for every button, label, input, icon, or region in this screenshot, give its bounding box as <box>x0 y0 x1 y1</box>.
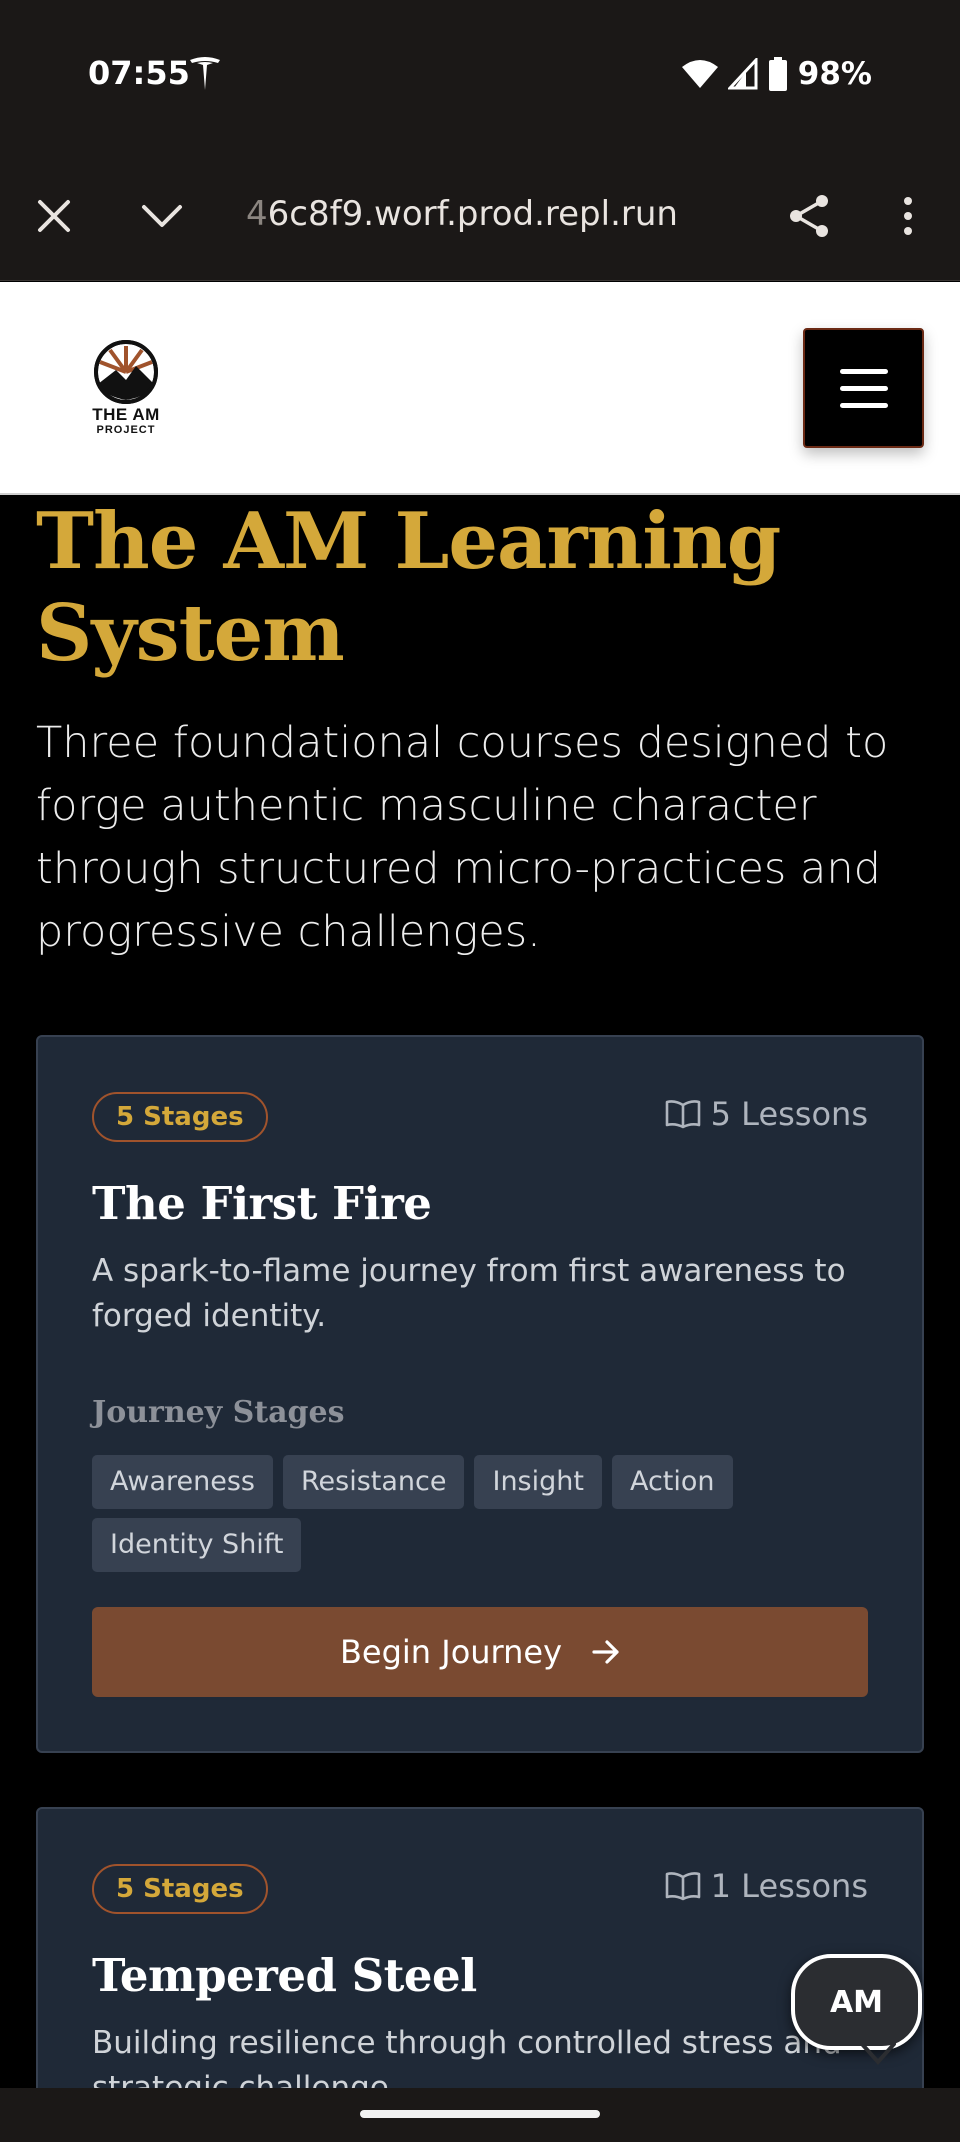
page-title: The AM Learning System <box>36 496 781 679</box>
logo-text: THE AM PROJECT <box>90 406 162 436</box>
home-gesture-handle[interactable] <box>360 2110 600 2118</box>
stage-chip-insight: Insight <box>474 1455 602 1509</box>
begin-journey-button[interactable]: Begin Journey <box>92 1607 868 1697</box>
status-icons: 98% <box>681 56 872 92</box>
hamburger-icon-bar <box>839 402 888 408</box>
system-nav-bar <box>0 2088 960 2142</box>
course-title: The First Fire <box>92 1177 432 1230</box>
url-bar[interactable]: 46c8f9.worf.prod.repl.run <box>246 194 678 234</box>
arrow-right-icon <box>592 1640 619 1664</box>
am-project-logo[interactable]: THE AM PROJECT <box>90 340 162 440</box>
lessons-count: 1 Lessons <box>665 1867 868 1905</box>
stages-badge: 5 Stages <box>92 1092 268 1142</box>
journey-stages-heading: Journey Stages <box>92 1395 345 1430</box>
battery-icon <box>768 57 787 91</box>
url-faded-char: 4 <box>246 194 268 234</box>
status-time: 07:55 <box>88 54 190 92</box>
begin-journey-label: Begin Journey <box>339 1633 563 1671</box>
logo-line2: PROJECT <box>96 424 156 436</box>
url-text: 6c8f9.worf.prod.repl.run <box>267 194 678 234</box>
course-card: 5 Stages 5 Lessons The First Fire A spar… <box>36 1035 924 1753</box>
signal-icon <box>727 58 758 90</box>
chevron-icon <box>860 2042 896 2066</box>
close-icon[interactable] <box>24 186 84 246</box>
status-bar: 07:55 98% <box>0 0 960 150</box>
stage-chip-identity-shift: Identity Shift <box>92 1518 302 1572</box>
stage-chip-resistance: Resistance <box>282 1455 465 1509</box>
wifi-icon <box>681 60 718 88</box>
book-open-icon <box>665 1100 700 1129</box>
stage-chips: Awareness Resistance Insight Action Iden… <box>92 1455 872 1572</box>
share-icon[interactable] <box>780 186 840 246</box>
menu-button[interactable] <box>803 328 924 448</box>
course-title: Tempered Steel <box>92 1949 477 2002</box>
lessons-count: 5 Lessons <box>665 1095 868 1133</box>
chevron-down-icon[interactable] <box>132 186 192 246</box>
stage-chip-awareness: Awareness <box>92 1455 273 1509</box>
more-vert-icon[interactable] <box>878 186 938 246</box>
tesla-icon <box>190 57 220 90</box>
logo-line1: THE AM <box>92 405 160 424</box>
lessons-label: 1 Lessons <box>710 1867 868 1905</box>
book-open-icon <box>665 1872 700 1901</box>
hamburger-icon-bar <box>839 368 888 374</box>
battery-percent: 98% <box>797 56 872 92</box>
browser-toolbar: 46c8f9.worf.prod.repl.run <box>0 150 960 281</box>
site-header: THE AM PROJECT <box>0 282 960 495</box>
course-description: A spark-to-flame journey from first awar… <box>92 1253 846 1334</box>
stage-chip-action: Action <box>611 1455 733 1509</box>
hamburger-icon-bar <box>839 385 888 391</box>
logo-emblem <box>94 340 158 404</box>
lessons-label: 5 Lessons <box>710 1095 868 1133</box>
stages-badge: 5 Stages <box>92 1864 268 1914</box>
page-description: Three foundational courses designed to f… <box>36 718 889 957</box>
am-assistant-button[interactable]: AM <box>791 1954 922 2050</box>
